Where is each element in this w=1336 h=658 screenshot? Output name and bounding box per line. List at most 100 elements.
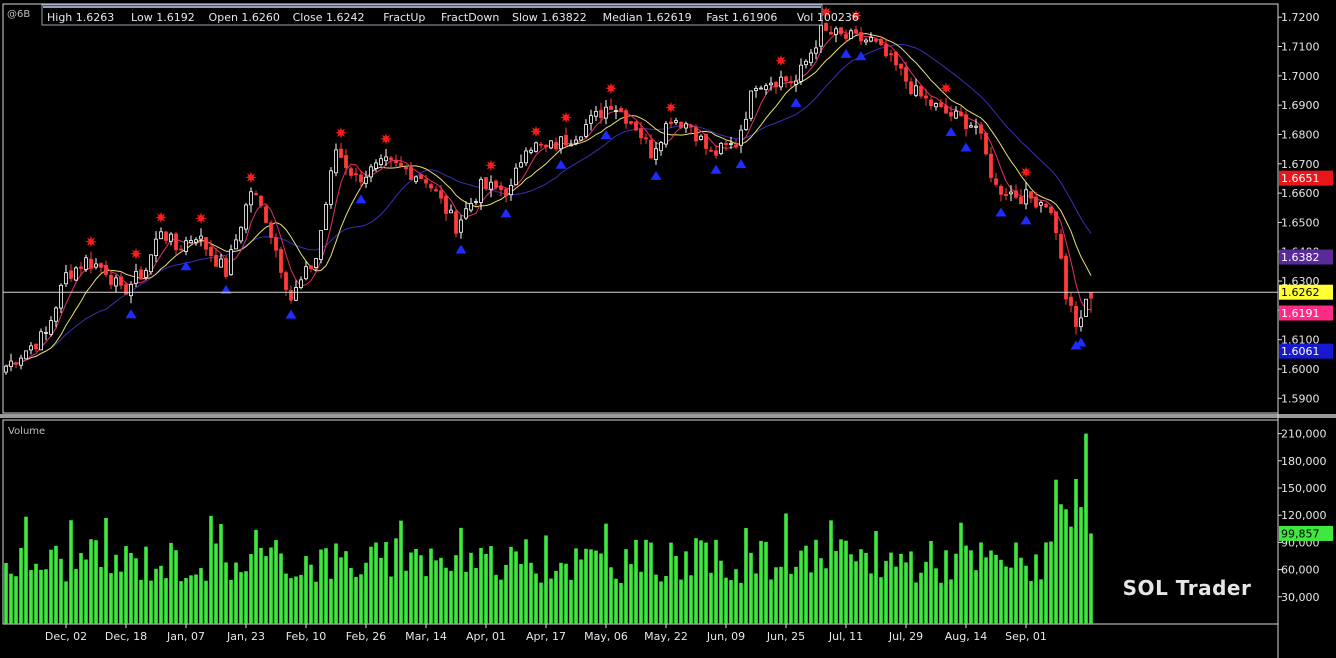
volume-bar: [774, 567, 778, 624]
volume-bar: [104, 517, 108, 624]
candle-body: [284, 272, 288, 290]
legend-median: Median 1.62619: [603, 11, 692, 24]
volume-bar: [689, 575, 693, 624]
volume-bar: [564, 563, 568, 624]
volume-bar: [814, 539, 818, 624]
candle-body: [924, 95, 928, 99]
volume-bar: [229, 579, 233, 624]
candle-body: [949, 112, 953, 117]
candle-body: [699, 135, 703, 140]
candle-body: [164, 231, 168, 241]
candle-body: [229, 249, 233, 276]
candle-body: [474, 201, 478, 203]
fractal-down-marker: [840, 48, 852, 58]
volume-bar: [1064, 509, 1068, 624]
volume-bar: [1054, 479, 1058, 624]
candle-body: [809, 52, 813, 64]
candle-body: [774, 81, 778, 88]
volume-bar: [669, 542, 673, 624]
volume-bar: [544, 535, 548, 624]
volume-bar: [784, 513, 788, 624]
volume-bar: [1034, 554, 1038, 624]
volume-panel-title: Volume: [8, 426, 45, 437]
volume-bar: [1089, 533, 1093, 624]
candle-body: [854, 29, 858, 34]
volume-bar: [339, 557, 343, 624]
candle-body: [1004, 194, 1008, 196]
volume-bar: [984, 557, 988, 624]
candle-body: [444, 195, 448, 214]
candle-body: [584, 124, 588, 137]
candle-body: [614, 110, 618, 112]
candle-body: [4, 365, 8, 373]
volume-bar: [964, 545, 968, 624]
volume-bar: [994, 554, 998, 624]
candle-body: [379, 158, 383, 165]
volume-bar: [334, 543, 338, 624]
candle-body: [74, 267, 78, 281]
volume-bar: [269, 547, 273, 624]
volume-bar: [959, 522, 963, 624]
candle-body: [19, 357, 23, 366]
volume-bar: [649, 542, 653, 624]
candle-body: [454, 211, 458, 234]
volume-bar: [469, 552, 473, 624]
volume-bar: [79, 553, 83, 624]
volume-bar: [674, 555, 678, 624]
volume-bar: [599, 553, 603, 624]
volume-bar: [934, 568, 938, 624]
volume-bar: [19, 548, 23, 624]
volume-bar: [49, 549, 53, 624]
candle-body: [409, 166, 413, 180]
x-tick-label: Jan, 23: [226, 630, 265, 643]
candle-body: [1059, 234, 1063, 259]
candle-body: [514, 167, 518, 186]
candle-body: [974, 125, 978, 128]
candle-body: [889, 53, 893, 56]
volume-bar: [344, 551, 348, 624]
volume-bar: [874, 531, 878, 624]
candle-body: [764, 85, 768, 90]
candle-body: [384, 156, 388, 162]
volume-bar: [549, 578, 553, 624]
volume-bar: [749, 552, 753, 624]
volume-bar: [804, 545, 808, 624]
candle-body: [424, 179, 428, 184]
volume-bar: [949, 579, 953, 624]
volume-bar: [499, 579, 503, 624]
candle-body: [629, 121, 633, 124]
candle-body: [649, 139, 653, 159]
candle-body: [694, 127, 698, 142]
candle-body: [29, 345, 33, 351]
candle-body: [914, 85, 918, 96]
x-tick-label: Feb, 10: [286, 630, 326, 643]
candle-body: [39, 331, 43, 351]
candle-body: [389, 157, 393, 160]
volume-bar: [64, 581, 68, 624]
x-tick-label: Jun, 09: [706, 630, 745, 643]
legend-close: Close 1.6242: [293, 11, 365, 24]
volume-bar: [894, 566, 898, 624]
candle-body: [984, 132, 988, 155]
volume-bar: [164, 578, 168, 624]
volume-bar: [899, 553, 903, 624]
legend-fast: Fast 1.61906: [706, 11, 777, 24]
volume-bar: [419, 555, 423, 624]
volume-bar: [74, 568, 78, 624]
fractal-down-marker: [1075, 337, 1087, 347]
candle-body: [519, 162, 523, 168]
info-legend-bar: [43, 6, 821, 8]
candle-body: [434, 189, 438, 192]
legend-fractup: FractUp: [383, 11, 425, 24]
candle-body: [1039, 202, 1043, 206]
candle-body: [274, 237, 278, 251]
candle-body: [169, 233, 173, 242]
candle-body: [939, 102, 943, 107]
candle-body: [369, 166, 373, 178]
candle-body: [174, 233, 178, 251]
candle-body: [979, 124, 983, 134]
panel-separator: [0, 414, 1336, 418]
candle-body: [24, 350, 28, 360]
volume-bar: [194, 574, 198, 624]
volume-bar: [474, 567, 478, 624]
